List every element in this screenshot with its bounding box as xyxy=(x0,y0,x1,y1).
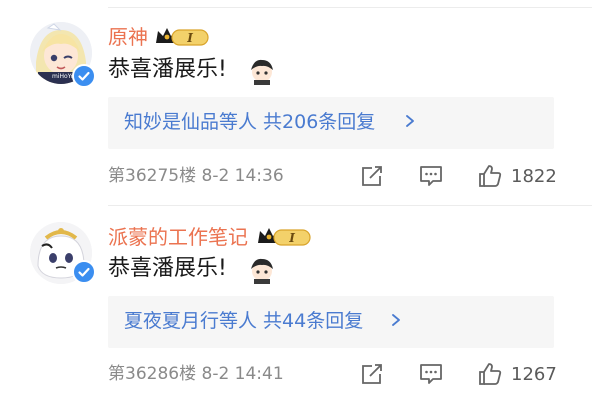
badge-level-text: I xyxy=(186,31,193,45)
like-count: 1822 xyxy=(511,166,557,187)
reply-summary-link[interactable]: 夏夜夏月行等人 共44条回复 xyxy=(124,309,363,333)
like-icon[interactable] xyxy=(477,361,503,387)
comment-meta: 第36275楼 8-2 14:36 xyxy=(108,165,284,187)
crown-level-badge-icon: I xyxy=(256,225,312,249)
floor-number: 第36286楼 xyxy=(108,364,197,384)
crown-level-badge-icon: I xyxy=(154,25,210,49)
avatar-caption: miHoYo xyxy=(52,73,75,80)
comment-meta: 第36286楼 8-2 14:41 xyxy=(108,363,284,385)
comment-icon[interactable] xyxy=(418,362,444,386)
comment-text: 恭喜潘展乐! xyxy=(108,57,227,82)
share-icon[interactable] xyxy=(359,362,385,386)
character-emoji-icon xyxy=(248,256,276,284)
comment-datetime: 8-2 14:41 xyxy=(201,364,284,384)
username[interactable]: 派蒙的工作笔记 xyxy=(108,225,248,249)
comment-icon[interactable] xyxy=(418,164,444,188)
reply-summary-box[interactable]: 夏夜夏月行等人 共44条回复 xyxy=(108,296,554,348)
comment-item: miHoYo 原神 I 恭喜潘展乐! 知妙是仙品等人 共206条回复 第3627… xyxy=(0,0,592,205)
floor-number: 第36275楼 xyxy=(108,166,197,186)
share-icon[interactable] xyxy=(359,164,385,188)
badge-level-text: I xyxy=(288,231,295,245)
comment-item: 派蒙的工作笔记 I 恭喜潘展乐! 夏夜夏月行等人 共44条回复 第36286楼 … xyxy=(0,205,592,416)
chevron-right-icon xyxy=(406,115,414,127)
reply-summary-box[interactable]: 知妙是仙品等人 共206条回复 xyxy=(108,97,554,149)
chevron-right-icon xyxy=(392,314,400,326)
like-count: 1267 xyxy=(511,364,557,385)
like-icon[interactable] xyxy=(477,163,503,189)
character-emoji-icon xyxy=(248,57,276,85)
verified-badge-icon xyxy=(72,64,96,88)
comment-datetime: 8-2 14:36 xyxy=(201,166,284,186)
verified-badge-icon xyxy=(72,260,96,284)
username[interactable]: 原神 xyxy=(108,25,148,49)
comment-text: 恭喜潘展乐! xyxy=(108,256,227,281)
reply-summary-link[interactable]: 知妙是仙品等人 共206条回复 xyxy=(124,110,375,134)
